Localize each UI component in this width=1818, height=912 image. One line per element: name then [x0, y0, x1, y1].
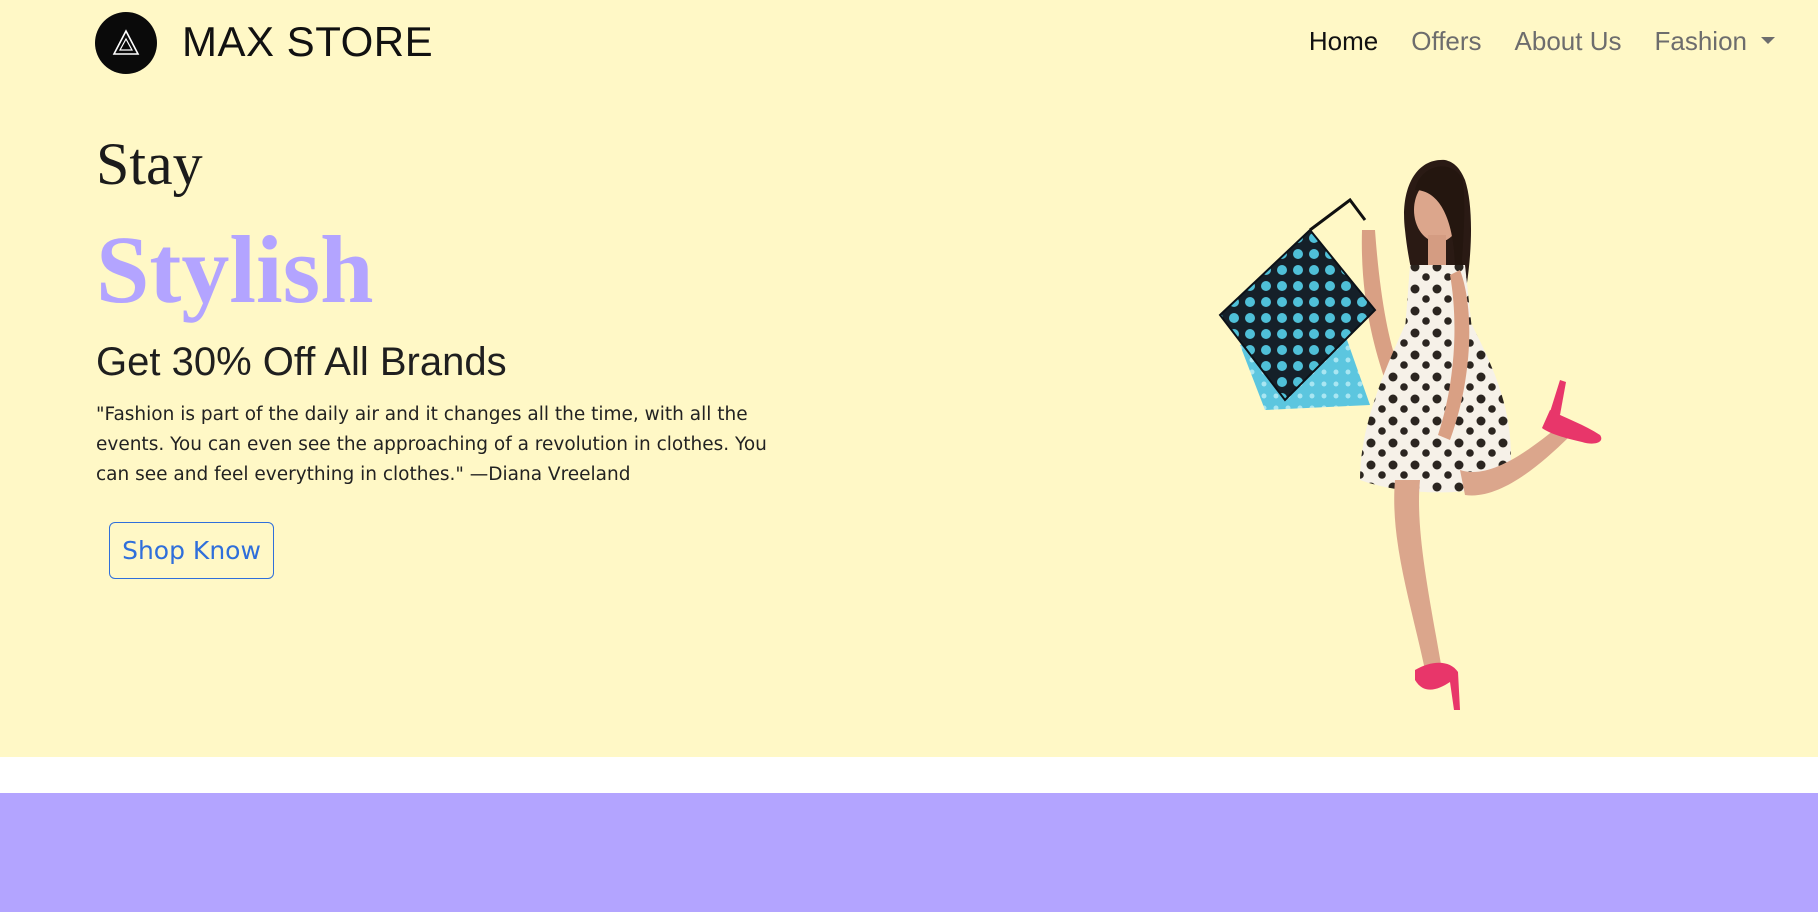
nav-fashion-label: Fashion — [1654, 26, 1748, 56]
nav-home[interactable]: Home — [1309, 26, 1378, 57]
chevron-down-icon — [1761, 36, 1775, 44]
logo-triangle-icon — [112, 29, 140, 55]
nav-offers[interactable]: Offers — [1411, 26, 1481, 57]
hero-heading-stay: Stay — [96, 131, 203, 197]
purple-band-section — [0, 793, 1818, 912]
nav-fashion-dropdown[interactable]: Fashion — [1654, 26, 1775, 57]
hero-quote: "Fashion is part of the daily air and it… — [96, 404, 767, 485]
nav-about-us[interactable]: About Us — [1515, 26, 1622, 57]
main-nav: Home Offers About Us Fashion — [1276, 26, 1775, 57]
hero-heading-stylish: Stylish — [96, 216, 374, 323]
brand-name[interactable]: MAX STORE — [182, 18, 433, 66]
section-gap — [0, 757, 1818, 793]
hero-offer: Get 30% Off All Brands — [96, 340, 507, 384]
hero-section: MAX STORE Home Offers About Us Fashion S… — [0, 0, 1818, 757]
brand-logo[interactable] — [95, 12, 157, 74]
shop-button[interactable]: Shop Know — [109, 522, 274, 579]
shopping-woman-illustration — [1218, 159, 1602, 710]
